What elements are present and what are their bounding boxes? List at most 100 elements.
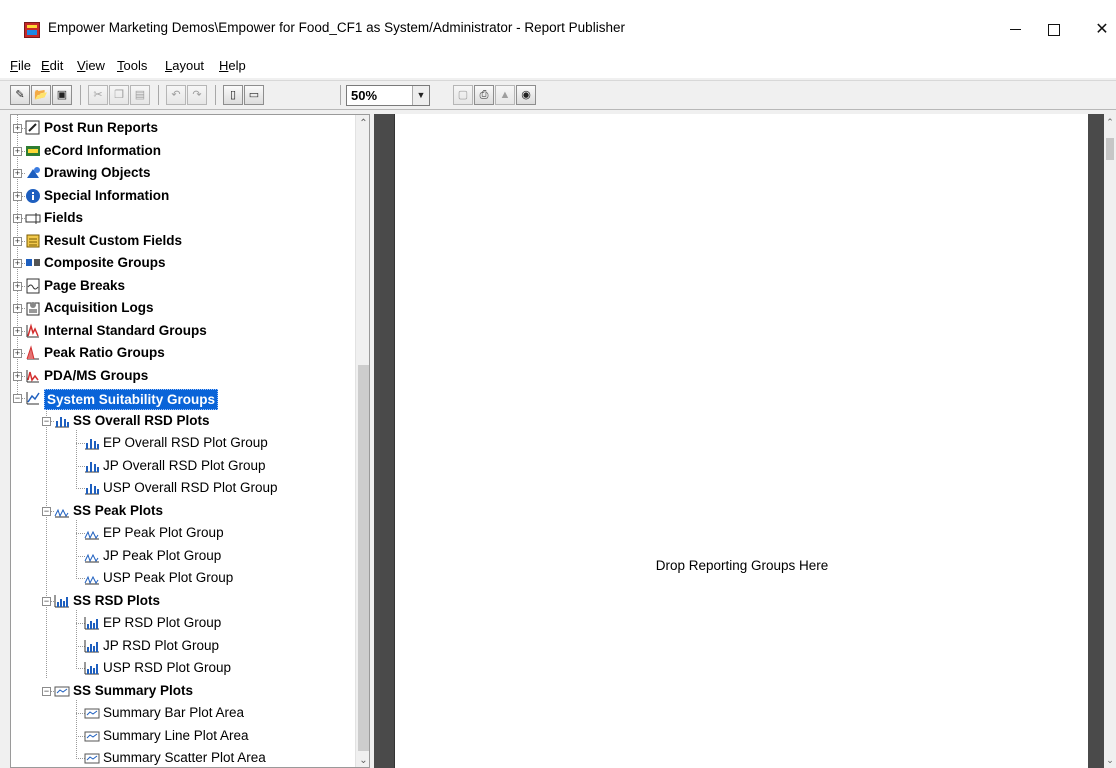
single-page-button[interactable]: ▯: [223, 85, 243, 105]
paste-button[interactable]: ▤: [130, 85, 150, 105]
print-preview-button[interactable]: ▢: [453, 85, 473, 105]
globe-button[interactable]: ◉: [516, 85, 536, 105]
tree-item-label: Summary Line Plot Area: [103, 727, 249, 743]
tree-group-item[interactable]: + Page Breaks: [11, 275, 351, 297]
tree-leaf-item[interactable]: Summary Bar Plot Area: [11, 702, 351, 724]
tree-item-label: USP Overall RSD Plot Group: [103, 480, 278, 495]
undo-button[interactable]: ↶: [166, 85, 186, 105]
tree-leaf-item[interactable]: USP Overall RSD Plot Group: [11, 477, 351, 499]
tree-group-item[interactable]: + PDA/MS Groups: [11, 365, 351, 387]
tree-scrollbar[interactable]: ⌃ ⌄: [355, 115, 369, 767]
wizard-button[interactable]: ✎: [10, 85, 30, 105]
menu-item[interactable]: Layout: [165, 58, 204, 73]
tree-group-item[interactable]: + Fields: [11, 207, 351, 229]
info-icon: [25, 188, 41, 204]
tree-group-item[interactable]: − SS Peak Plots: [11, 500, 351, 522]
tree-group-item[interactable]: − SS Summary Plots: [11, 680, 351, 702]
scrollbar-thumb[interactable]: [1106, 138, 1114, 160]
drawing-objects-icon: [25, 165, 41, 181]
tree-leaf-item[interactable]: JP Peak Plot Group: [11, 545, 351, 567]
collapse-icon[interactable]: −: [42, 506, 51, 516]
tree-item-label: Result Custom Fields: [44, 232, 183, 248]
expand-icon[interactable]: +: [13, 191, 22, 201]
redo-button[interactable]: ↷: [187, 85, 207, 105]
tree-leaf-item[interactable]: Summary Scatter Plot Area: [11, 747, 351, 767]
tree-group-item[interactable]: + Internal Standard Groups: [11, 320, 351, 342]
chevron-down-icon[interactable]: ▼: [412, 86, 429, 105]
tree-item-label: Composite Groups: [44, 255, 166, 270]
menu-item[interactable]: Help: [219, 58, 246, 73]
tree-group-item[interactable]: + Composite Groups: [11, 252, 351, 274]
copy-button[interactable]: ❐: [109, 85, 129, 105]
scrollbar-thumb[interactable]: [358, 365, 369, 751]
open-folder-button[interactable]: 📂: [31, 85, 51, 105]
expand-icon[interactable]: +: [13, 349, 22, 358]
tree-group-item[interactable]: + Peak Ratio Groups: [11, 342, 351, 364]
reporting-groups-tree[interactable]: + Post Run Reports + eCord Information + Draw…: [10, 114, 370, 768]
expand-icon[interactable]: +: [13, 124, 22, 133]
scroll-down-icon[interactable]: ⌄: [356, 752, 369, 767]
tree-group-item[interactable]: − SS RSD Plots: [11, 590, 351, 612]
tree-group-item[interactable]: − System Suitability Groups: [11, 387, 351, 410]
expand-icon[interactable]: +: [13, 146, 22, 156]
zoom-select[interactable]: 50% ▼: [346, 85, 430, 106]
menu-item[interactable]: File: [10, 58, 31, 73]
cut-button[interactable]: ✂: [88, 85, 108, 105]
expand-icon[interactable]: +: [13, 214, 22, 223]
tree-leaf-item[interactable]: USP RSD Plot Group: [11, 657, 351, 679]
minimize-icon: [1009, 29, 1021, 31]
copy-icon: ❐: [114, 89, 124, 101]
scroll-up-icon[interactable]: ⌃: [356, 115, 369, 132]
close-button[interactable]: ✕: [1080, 12, 1116, 48]
tree-group-item[interactable]: + Special Information: [11, 185, 351, 207]
menu-item[interactable]: View: [77, 58, 105, 73]
toolbar-separator: [158, 85, 159, 105]
tree-leaf-item[interactable]: EP RSD Plot Group: [11, 612, 351, 634]
expand-icon[interactable]: +: [13, 304, 22, 313]
expand-icon[interactable]: +: [13, 326, 22, 336]
tree-group-item[interactable]: + Result Custom Fields: [11, 230, 351, 252]
tree-group-item[interactable]: + eCord Information: [11, 140, 351, 162]
collapse-icon[interactable]: −: [42, 596, 51, 606]
expand-icon[interactable]: +: [13, 259, 22, 268]
tree-leaf-item[interactable]: JP Overall RSD Plot Group: [11, 455, 351, 477]
canvas-scrollbar[interactable]: ⌃ ⌄: [1104, 114, 1116, 768]
expand-icon[interactable]: +: [13, 281, 22, 291]
tree-item-label: Acquisition Logs: [44, 300, 154, 315]
menu-item[interactable]: Edit: [41, 58, 63, 73]
tree-leaf-item[interactable]: Summary Line Plot Area: [11, 725, 351, 747]
collapse-icon[interactable]: −: [42, 416, 51, 426]
scroll-down-icon[interactable]: ⌄: [1104, 752, 1116, 768]
window-title: Empower Marketing Demos\Empower for Food…: [48, 20, 625, 35]
print-button[interactable]: ⎙: [474, 85, 494, 105]
expand-icon[interactable]: +: [13, 236, 22, 246]
toolbar-separator: [340, 85, 341, 105]
menu-item[interactable]: Tools: [117, 58, 147, 73]
scroll-up-icon[interactable]: ⌃: [1104, 114, 1116, 130]
title-bar[interactable]: Empower Marketing Demos\Empower for Food…: [0, 0, 1116, 54]
tree-leaf-item[interactable]: EP Peak Plot Group: [11, 522, 351, 544]
tree-leaf-item[interactable]: JP RSD Plot Group: [11, 635, 351, 657]
maximize-button[interactable]: [1032, 12, 1076, 48]
tree-leaf-item[interactable]: EP Overall RSD Plot Group: [11, 432, 351, 454]
wizard-icon: ✎: [15, 89, 25, 101]
collapse-icon[interactable]: −: [13, 394, 22, 403]
expand-icon[interactable]: +: [13, 371, 22, 381]
expand-icon[interactable]: +: [13, 169, 22, 178]
tree-group-item[interactable]: + Acquisition Logs: [11, 297, 351, 319]
mountain-button[interactable]: ▲: [495, 85, 515, 105]
summary-plot-icon: [84, 750, 100, 766]
collapse-icon[interactable]: −: [42, 686, 51, 696]
tree-group-item[interactable]: − SS Overall RSD Plots: [11, 410, 351, 432]
save-button[interactable]: ▣: [52, 85, 72, 105]
page-breaks-icon: [25, 278, 41, 294]
tree-leaf-item[interactable]: USP Peak Plot Group: [11, 567, 351, 589]
page-layout-icon: ▭: [248, 89, 260, 101]
tree-group-item[interactable]: + Post Run Reports: [11, 117, 351, 139]
acquisition-logs-icon: [25, 300, 41, 316]
page-layout-button[interactable]: ▭: [244, 85, 264, 105]
report-page[interactable]: Drop Reporting Groups Here: [394, 114, 1088, 768]
minimize-button[interactable]: [993, 12, 1037, 48]
tree-group-item[interactable]: + Drawing Objects: [11, 162, 351, 184]
menu-accelerator: H: [219, 58, 229, 73]
